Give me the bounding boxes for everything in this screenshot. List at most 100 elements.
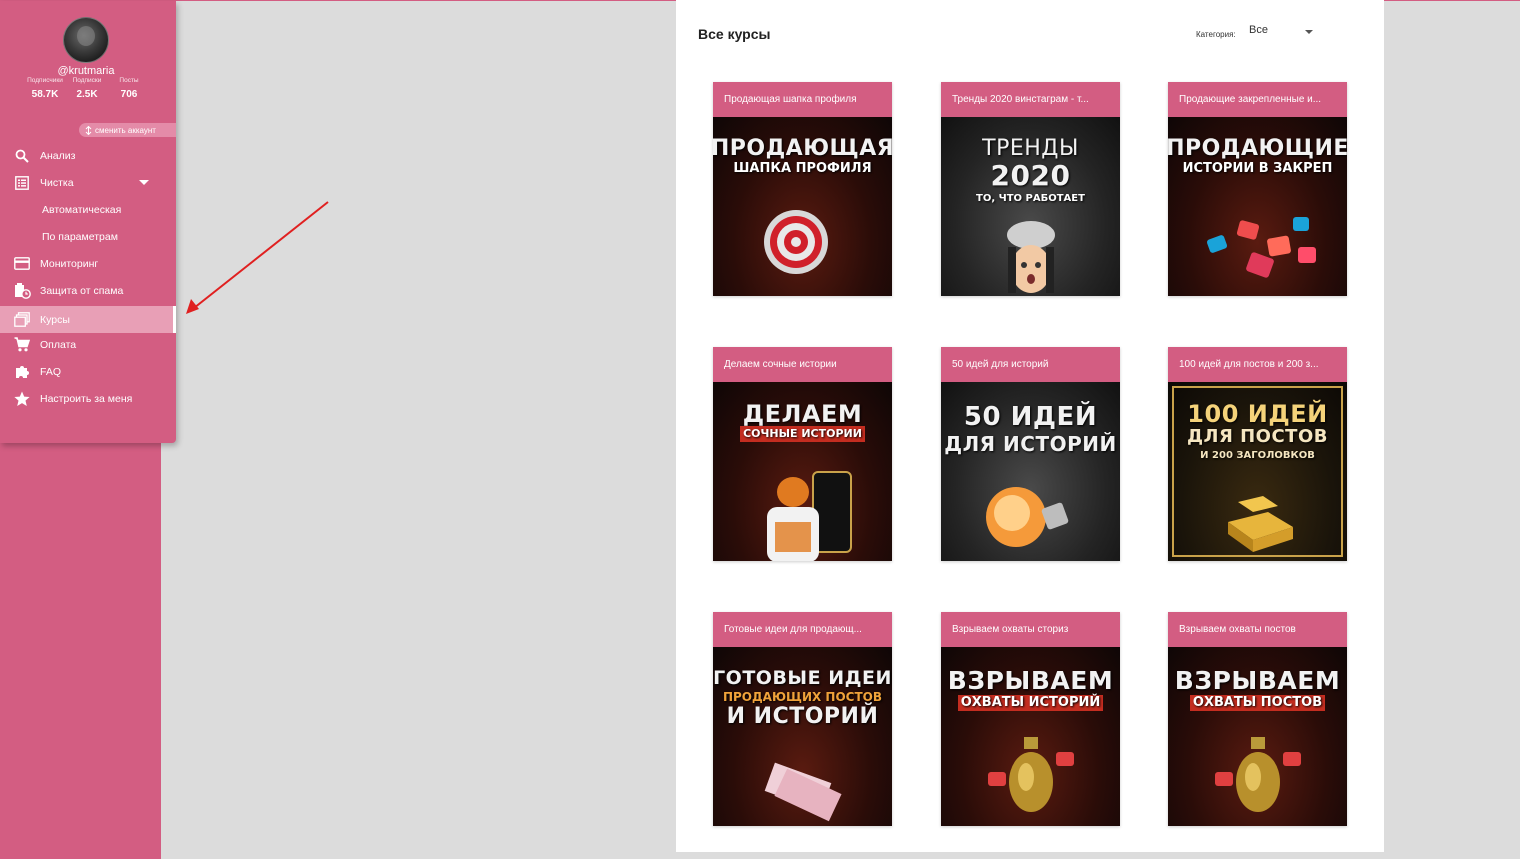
puzzle-icon — [13, 363, 31, 381]
menu-item-spam[interactable]: Защита от спама — [0, 277, 176, 304]
cover-text: 50 ИДЕЙ — [963, 402, 1098, 432]
cover-text: ДЛЯ ПОСТОВ — [1187, 426, 1328, 447]
emoji-icon — [1007, 221, 1055, 293]
cover-text: ПРОДАЮЩАЯ — [713, 136, 892, 161]
search-icon — [13, 147, 31, 165]
cover-text: ДЛЯ ИСТОРИЙ — [944, 432, 1117, 456]
course-card[interactable]: Готовые идеи для продающ... ГОТОВЫЕ ИДЕИ… — [713, 612, 892, 826]
menu-label: По параметрам — [42, 230, 118, 243]
switch-icon — [85, 125, 92, 135]
menu-item-courses[interactable]: Курсы — [0, 306, 176, 333]
cover-text: 2020 — [990, 159, 1071, 192]
course-cover[interactable]: ПРОДАЮЩАЯ ШАПКА ПРОФИЛЯ — [713, 117, 892, 296]
cover-text: И 200 ЗАГОЛОВКОВ — [1200, 450, 1315, 461]
menu-item-analysis[interactable]: Анализ — [0, 142, 176, 169]
course-card[interactable]: 50 идей для историй 50 ИДЕЙ ДЛЯ ИСТОРИЙ — [941, 347, 1120, 561]
course-cover[interactable]: ВЗРЫВАЕМ ОХВАТЫ ПОСТОВ — [1168, 647, 1347, 826]
stat-label: Подписчики — [27, 77, 63, 84]
cart-icon — [13, 336, 31, 354]
course-cover[interactable]: 100 ИДЕЙ ДЛЯ ПОСТОВ И 200 ЗАГОЛОВКОВ — [1168, 382, 1347, 561]
courses-panel: Все курсы Категория: Все Продающая шапка… — [676, 0, 1384, 852]
menu-label: FAQ — [40, 365, 62, 378]
chevron-down-icon[interactable] — [1305, 30, 1313, 34]
category-select[interactable]: Все — [1249, 24, 1268, 36]
target-icon — [764, 210, 828, 274]
menu-label: Курсы — [40, 313, 70, 326]
course-title: Взрываем охваты постов — [1168, 612, 1347, 647]
gold-bars-image — [1228, 496, 1293, 552]
stat-value: 2.5K — [76, 89, 98, 100]
menu-label: Настроить за меня — [40, 392, 133, 405]
money-image — [764, 762, 842, 822]
cover-text: ПРОДАЮЩИЕ — [1168, 136, 1347, 161]
course-title: Взрываем охваты сториз — [941, 612, 1120, 647]
menu-label: Анализ — [40, 149, 76, 162]
page-title: Все курсы — [698, 26, 771, 42]
menu-item-cleaning[interactable]: Чистка — [0, 169, 176, 196]
course-title: Тренды 2020 винстаграм - т... — [941, 82, 1120, 117]
stat-followers: Подписчики 58.7K — [24, 77, 66, 100]
menu-item-monitoring[interactable]: Мониторинг — [0, 250, 176, 277]
cover-text: ОХВАТЫ ИСТОРИЙ — [957, 695, 1104, 711]
menu-label: Оплата — [40, 338, 77, 351]
cover-text: ВЗРЫВАЕМ — [1174, 666, 1341, 695]
course-card[interactable]: Взрываем охваты сториз ВЗРЫВАЕМ ОХВАТЫ И… — [941, 612, 1120, 826]
lightbulb-icon — [986, 487, 1069, 547]
grenade-image — [988, 737, 1074, 812]
star-icon — [13, 390, 31, 408]
cover-text: 100 ИДЕЙ — [1187, 400, 1328, 428]
category-label: Категория: — [1196, 30, 1236, 39]
cover-text: СОЧНЫЕ ИСТОРИИ — [740, 426, 865, 442]
menu-label: Мониторинг — [40, 257, 99, 270]
cover-text: ШАПКА ПРОФИЛЯ — [733, 161, 872, 176]
chevron-down-icon[interactable] — [139, 180, 149, 185]
course-cover[interactable]: ПРОДАЮЩИЕ ИСТОРИИ В ЗАКРЕП — [1168, 117, 1347, 296]
stat-value: 58.7K — [31, 89, 59, 100]
course-cover[interactable]: ДЕЛАЕМ СОЧНЫЕ ИСТОРИИ — [713, 382, 892, 561]
course-title: Делаем сочные истории — [713, 347, 892, 382]
stat-label: Посты — [119, 77, 139, 84]
course-cover[interactable]: ГОТОВЫЕ ИДЕИ ПРОДАЮЩИХ ПОСТОВ И ИСТОРИЙ — [713, 647, 892, 826]
course-card[interactable]: Делаем сочные истории ДЕЛАЕМ СОЧНЫЕ ИСТО… — [713, 347, 892, 561]
menu-item-faq[interactable]: FAQ — [0, 358, 176, 385]
cover-text: ИСТОРИИ В ЗАКРЕП — [1182, 161, 1333, 176]
stat-value: 706 — [120, 89, 138, 100]
course-card[interactable]: Продающие закрепленные и... ПРОДАЮЩИЕ ИС… — [1168, 82, 1347, 296]
course-cover[interactable]: 50 ИДЕЙ ДЛЯ ИСТОРИЙ — [941, 382, 1120, 561]
course-card[interactable]: 100 идей для постов и 200 з... 100 ИДЕЙ … — [1168, 347, 1347, 561]
stat-following: Подписки 2.5K — [66, 77, 108, 100]
menu-item-by-params[interactable]: По параметрам — [0, 223, 176, 250]
list-icon — [13, 174, 31, 192]
course-card[interactable]: Продающая шапка профиля ПРОДАЮЩАЯ ШАПКА … — [713, 82, 892, 296]
switch-account-button[interactable]: сменить аккаунт — [79, 123, 176, 137]
cover-text: ГОТОВЫЕ ИДЕИ — [713, 667, 892, 689]
cover-text: И ИСТОРИЙ — [726, 704, 879, 729]
grenade-image — [1215, 737, 1301, 812]
cover-text: ТРЕНДЫ — [982, 136, 1079, 161]
course-card[interactable]: Взрываем охваты постов ВЗРЫВАЕМ ОХВАТЫ П… — [1168, 612, 1347, 826]
cover-text: ВЗРЫВАЕМ — [947, 666, 1114, 695]
player-image — [767, 471, 852, 561]
cover-text: ПРОДАЮЩИХ ПОСТОВ — [722, 690, 883, 704]
menu-label: Чистка — [40, 176, 74, 189]
menu-label: Автоматическая — [42, 203, 122, 216]
cover-text: ДЕЛАЕМ — [742, 400, 863, 428]
profile-stats: Подписчики 58.7K Подписки 2.5K Посты 706 — [24, 77, 150, 100]
menu-label: Защита от спама — [40, 284, 124, 297]
notification-bubbles-icon — [1206, 217, 1316, 278]
menu-item-setup[interactable]: Настроить за меня — [0, 385, 176, 412]
course-title: 50 идей для историй — [941, 347, 1120, 382]
library-icon — [13, 311, 31, 329]
shield-clock-icon — [13, 282, 31, 300]
course-title: 100 идей для постов и 200 з... — [1168, 347, 1347, 382]
course-cover[interactable]: ТРЕНДЫ 2020 ТО, ЧТО РАБОТАЕТ — [941, 117, 1120, 296]
course-cover[interactable]: ВЗРЫВАЕМ ОХВАТЫ ИСТОРИЙ — [941, 647, 1120, 826]
course-card[interactable]: Тренды 2020 винстаграм - т... ТРЕНДЫ 202… — [941, 82, 1120, 296]
course-title: Готовые идеи для продающ... — [713, 612, 892, 647]
stat-label: Подписки — [72, 77, 102, 84]
avatar[interactable] — [63, 17, 109, 63]
course-title: Продающая шапка профиля — [713, 82, 892, 117]
menu-item-payment[interactable]: Оплата — [0, 331, 176, 358]
menu-item-auto[interactable]: Автоматическая — [0, 196, 176, 223]
annotation-arrow — [186, 201, 329, 314]
